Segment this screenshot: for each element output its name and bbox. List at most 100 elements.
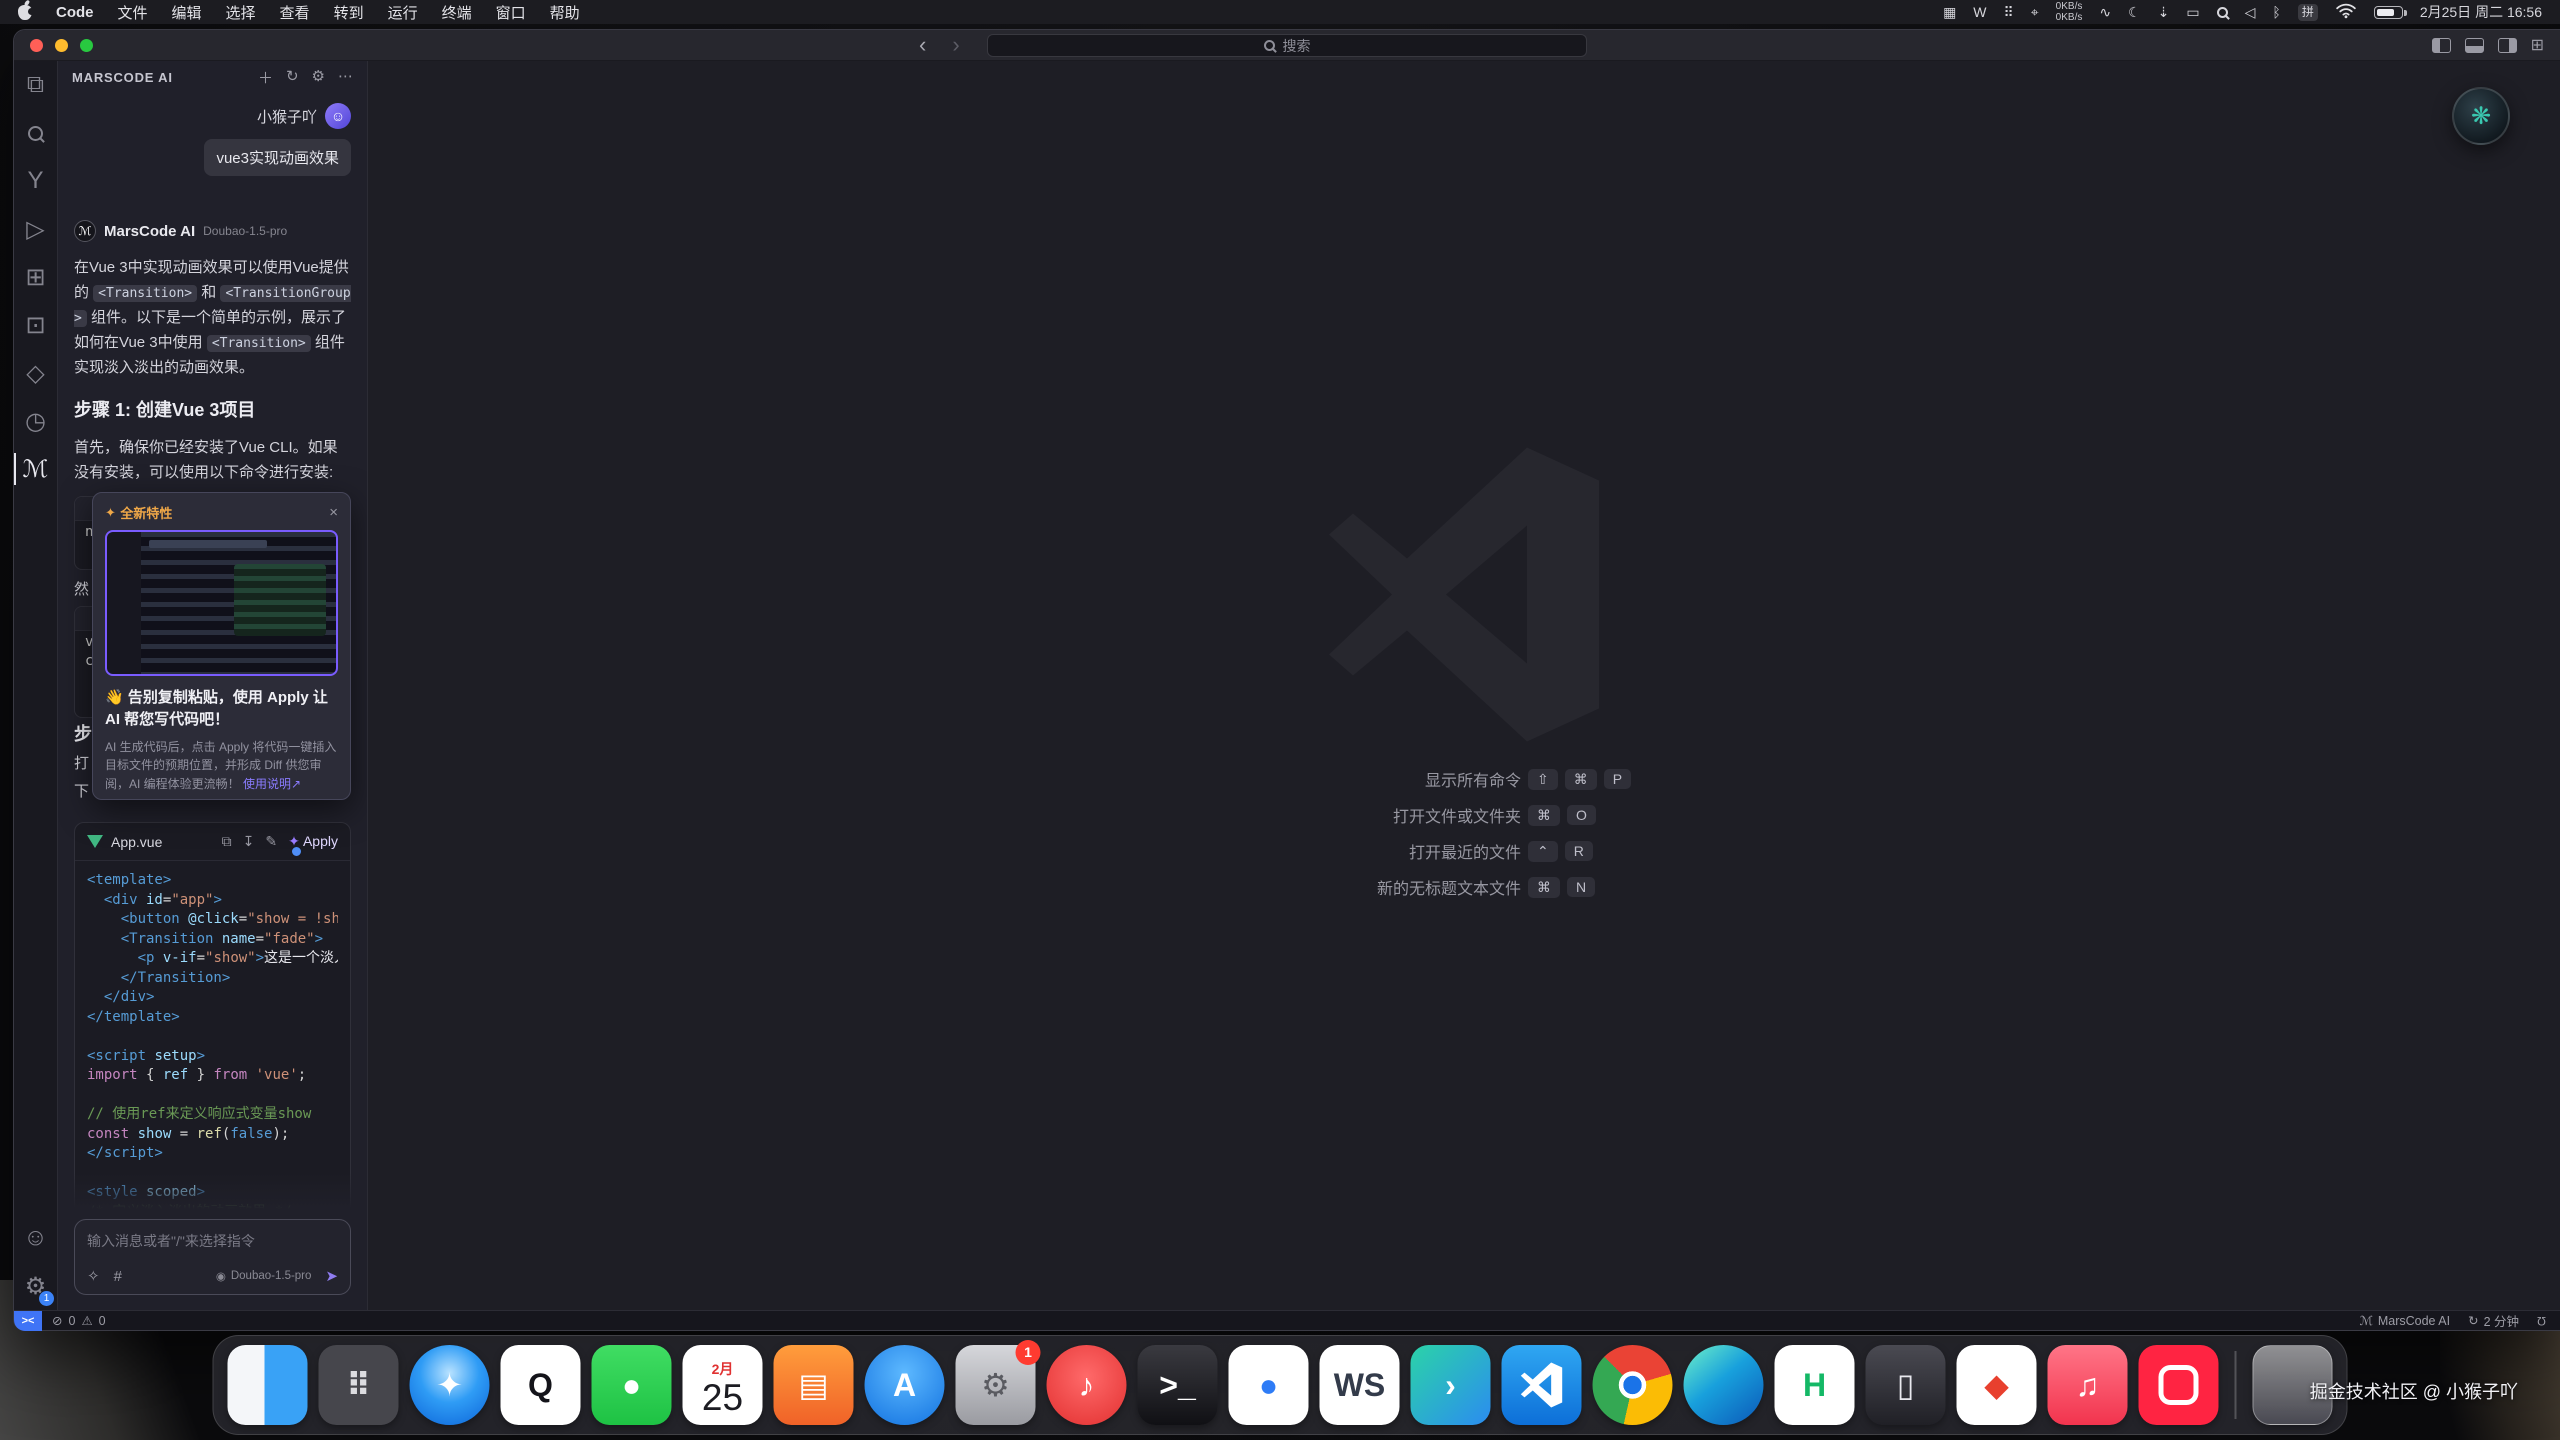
wifi-icon[interactable] xyxy=(2335,3,2357,22)
dock-chrome[interactable] xyxy=(1593,1345,1673,1425)
dock-edge[interactable] xyxy=(1684,1345,1764,1425)
code-line: <template> xyxy=(87,871,338,891)
menubar-menu-窗口[interactable]: 窗口 xyxy=(496,2,526,23)
dock-calendar[interactable]: 2月25 xyxy=(683,1345,763,1425)
command-center-search[interactable]: 搜索 xyxy=(987,34,1587,57)
wechat-status-icon[interactable]: W xyxy=(1973,4,1986,20)
floating-extension-badge[interactable]: ❋ xyxy=(2452,87,2510,145)
insert-icon[interactable]: ↧ xyxy=(243,833,255,850)
apple-menu-icon[interactable] xyxy=(18,5,32,20)
code-line: </Transition> xyxy=(87,969,338,989)
notifications-bell-icon[interactable]: Ω xyxy=(2537,1314,2546,1328)
battery-icon[interactable] xyxy=(2374,6,2403,19)
toggle-panel-icon[interactable] xyxy=(2465,38,2484,53)
close-icon[interactable]: × xyxy=(329,504,338,521)
remote-icon[interactable]: ⊡ xyxy=(14,301,57,349)
dock-wechat[interactable]: ● xyxy=(592,1345,672,1425)
menubar-menu-帮助[interactable]: 帮助 xyxy=(550,2,580,23)
key-O: O xyxy=(1567,805,1596,825)
mouse-icon[interactable]: ⌖ xyxy=(2031,4,2039,21)
app-menu-code[interactable]: Code xyxy=(56,4,94,21)
volume-icon[interactable]: ◁ xyxy=(2245,4,2256,21)
bluetooth-icon[interactable]: ᛒ xyxy=(2272,4,2280,20)
forward-icon[interactable]: › xyxy=(952,32,959,58)
stats-icon[interactable]: ∿ xyxy=(2099,4,2111,21)
remote-indicator[interactable]: >< xyxy=(14,1311,42,1331)
dock-app-store[interactable]: A xyxy=(865,1345,945,1425)
spotlight-icon[interactable] xyxy=(2217,7,2228,18)
marscode-icon[interactable]: ℳ xyxy=(14,445,57,493)
copy-icon[interactable]: ⧉ xyxy=(222,833,232,850)
dock-music-red[interactable]: ♪ xyxy=(1047,1345,1127,1425)
docker-icon[interactable]: ◇ xyxy=(14,349,57,397)
menubar-menu-查看[interactable]: 查看 xyxy=(280,2,310,23)
dock-red-app[interactable] xyxy=(2139,1345,2219,1425)
menubar-menu-选择[interactable]: 选择 xyxy=(226,2,256,23)
input-method-icon[interactable]: 拼 xyxy=(2298,4,2318,21)
customize-layout-icon[interactable]: ⊞ xyxy=(2531,35,2544,55)
menu-bar-clock[interactable]: 2月25日 周二 16:56 xyxy=(2420,2,2542,22)
menubar-menu-文件[interactable]: 文件 xyxy=(118,2,148,23)
title-bar[interactable]: ‹ › 搜索 ⊞ xyxy=(14,30,2560,61)
command-icon[interactable]: ✧ xyxy=(87,1267,100,1285)
chat-area[interactable]: 小猴子吖 ☺ vue3实现动画效果 ℳ MarsCode AI Doubao-1… xyxy=(58,93,367,1209)
extensions-icon[interactable]: ⊞ xyxy=(14,253,57,301)
dock-launchpad[interactable]: ⠿ xyxy=(319,1345,399,1425)
close-button[interactable] xyxy=(30,39,43,52)
dock-chat-blue[interactable]: ● xyxy=(1229,1345,1309,1425)
toggle-secondary-sidebar-icon[interactable] xyxy=(2498,38,2517,53)
menubar-menu-运行[interactable]: 运行 xyxy=(388,2,418,23)
new-chat-icon[interactable]: ＋ xyxy=(258,67,273,88)
launcher-dots-icon[interactable]: ⠿ xyxy=(2004,4,2014,21)
dock-wps[interactable]: WS xyxy=(1320,1345,1400,1425)
dock-vscode[interactable] xyxy=(1502,1345,1582,1425)
focus-moon-icon[interactable]: ☾ xyxy=(2128,4,2141,21)
marscode-status-item[interactable]: ℳ MarsCode AI xyxy=(2359,1313,2450,1328)
search-icon[interactable] xyxy=(14,109,57,157)
history-icon[interactable]: ↻ xyxy=(286,67,299,88)
popup-docs-link[interactable]: 使用说明↗ xyxy=(243,777,301,791)
menubar-menu-编辑[interactable]: 编辑 xyxy=(172,2,202,23)
text-fragment: 打 xyxy=(74,752,89,773)
timeline-icon[interactable]: ◷ xyxy=(14,397,57,445)
dock-iphone-mirroring[interactable]: ▯ xyxy=(1866,1345,1946,1425)
model-selector[interactable]: ◉ Doubao-1.5-pro xyxy=(216,1269,312,1283)
explorer-icon[interactable]: ⧉ xyxy=(14,61,57,109)
account-icon[interactable]: ☺ xyxy=(14,1214,57,1262)
zoom-button[interactable] xyxy=(80,39,93,52)
download-icon[interactable]: ⇣ xyxy=(2158,4,2170,21)
dock-safari[interactable]: ✦ xyxy=(410,1345,490,1425)
network-speed[interactable]: 0KB/s 0KB/s xyxy=(2056,1,2083,24)
context-hash-icon[interactable]: # xyxy=(114,1268,122,1285)
dock-app-red-ribbon[interactable]: ◆ xyxy=(1957,1345,2037,1425)
shortcut-row: 打开文件或文件夹⌘O xyxy=(395,803,2560,827)
dock-hbuilder[interactable]: H xyxy=(1775,1345,1855,1425)
dock-qq-glyph: Q xyxy=(528,1369,553,1401)
chat-input-box[interactable]: 输入消息或者"/"来选择指令 ✧ # ◉ Doubao-1.5-pro ➤ xyxy=(74,1219,351,1295)
menubar-menu-转到[interactable]: 转到 xyxy=(334,2,364,23)
dock-apple-music[interactable]: ♫ xyxy=(2048,1345,2128,1425)
dock-system-settings[interactable]: ⚙1 xyxy=(956,1345,1036,1425)
dock-terminal[interactable]: >_ xyxy=(1138,1345,1218,1425)
manage-settings-icon[interactable]: ⚙ 1 xyxy=(14,1262,57,1310)
dock-chat-gradient[interactable]: › xyxy=(1411,1345,1491,1425)
dock-chat-blue-glyph: ● xyxy=(1259,1369,1278,1401)
menubar-menu-终端[interactable]: 终端 xyxy=(442,2,472,23)
toggle-primary-sidebar-icon[interactable] xyxy=(2432,38,2451,53)
back-icon[interactable]: ‹ xyxy=(919,32,926,58)
display-icon[interactable]: ▭ xyxy=(2186,4,2199,21)
dock-finder[interactable] xyxy=(228,1345,308,1425)
source-control-icon[interactable]: Y xyxy=(14,157,57,205)
window-manager-icon[interactable]: ▦ xyxy=(1943,4,1956,21)
minimize-button[interactable] xyxy=(55,39,68,52)
more-icon[interactable]: ⋯ xyxy=(338,67,353,88)
run-debug-icon[interactable]: ▷ xyxy=(14,205,57,253)
apply-button[interactable]: ✦ Apply xyxy=(288,833,338,850)
edit-icon[interactable]: ✎ xyxy=(265,833,277,850)
settings-icon[interactable]: ⚙ xyxy=(312,67,325,88)
dock-books[interactable]: ▤ xyxy=(774,1345,854,1425)
send-icon[interactable]: ➤ xyxy=(325,1267,338,1285)
dock-qq[interactable]: Q xyxy=(501,1345,581,1425)
problems-status[interactable]: ⊘ 0 ⚠ 0 xyxy=(52,1313,106,1328)
sync-status-item[interactable]: ↻ 2 分钟 xyxy=(2468,1311,2519,1330)
